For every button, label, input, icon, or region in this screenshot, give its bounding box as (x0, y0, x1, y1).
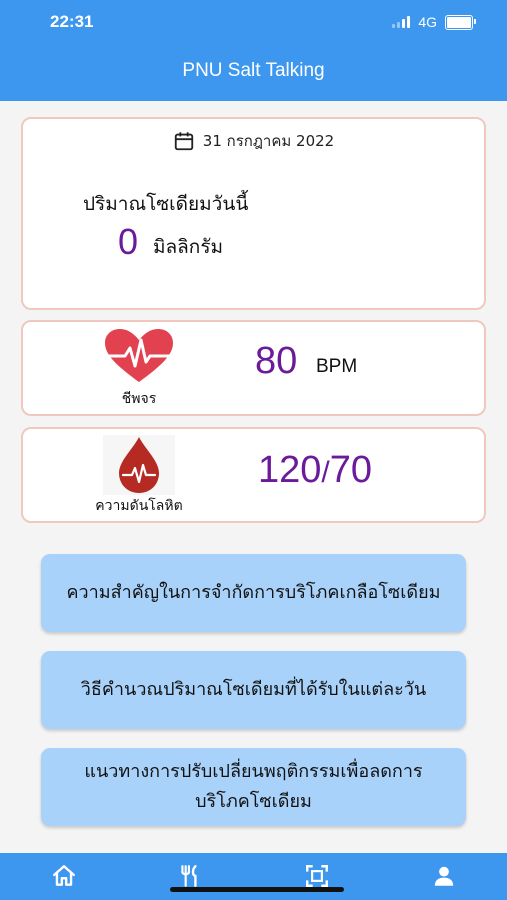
heart-rate-value: 80 (255, 340, 298, 382)
person-icon[interactable] (431, 863, 457, 889)
bp-separator: / (321, 456, 330, 489)
fork-knife-icon[interactable] (177, 863, 203, 889)
sodium-summary-card: 31 กรกฎาคม 2022 ปริมาณโซเดียมวันนี้ 0 มิ… (21, 117, 486, 310)
sodium-calculation-button[interactable]: วิธีคำนวณปริมาณโซเดียมที่ได้รับในแต่ละวั… (41, 651, 466, 729)
sodium-label: ปริมาณโซเดียมวันนี้ (83, 193, 249, 215)
blood-pressure-value: 120/70 (258, 449, 372, 492)
status-time: 22:31 (50, 12, 94, 31)
calendar-icon (174, 132, 193, 151)
blood-pressure-label: ความดันโลหิต (95, 498, 183, 514)
heart-rate-label: ชีพจร (121, 391, 157, 407)
app-header: 22:31 4G PNU Salt Talking (0, 0, 507, 101)
sodium-value: 0 (118, 221, 139, 262)
signal-icon (392, 16, 411, 28)
page-title: PNU Salt Talking (182, 60, 325, 81)
scan-icon[interactable] (304, 863, 330, 889)
sodium-importance-button[interactable]: ความสำคัญในการจำกัดการบริโภคเกลือโซเดียม (41, 554, 466, 632)
heart-rate-card[interactable]: ชีพจร 80 BPM (21, 320, 486, 416)
status-indicators: 4G (392, 14, 476, 30)
current-date: 31 กรกฎาคม 2022 (202, 132, 335, 150)
battery-icon (445, 14, 476, 30)
blood-drop-pulse-icon (103, 435, 175, 495)
blood-pressure-card[interactable]: ความดันโลหิต 120/70 (21, 427, 486, 523)
network-type: 4G (418, 14, 437, 30)
systolic-value: 120 (258, 449, 322, 491)
heart-rate-unit: BPM (316, 356, 358, 377)
home-indicator (170, 887, 344, 892)
diastolic-value: 70 (329, 449, 373, 491)
home-icon[interactable] (51, 863, 77, 889)
behavior-change-button[interactable]: แนวทางการปรับเปลี่ยนพฤติกรรมเพื่อลดการบร… (41, 748, 466, 826)
bottom-tab-bar (0, 853, 507, 900)
sodium-unit: มิลลิกรัม (153, 236, 224, 258)
date-row[interactable]: 31 กรกฎาคม 2022 (23, 129, 484, 153)
heart-pulse-icon (103, 328, 175, 388)
